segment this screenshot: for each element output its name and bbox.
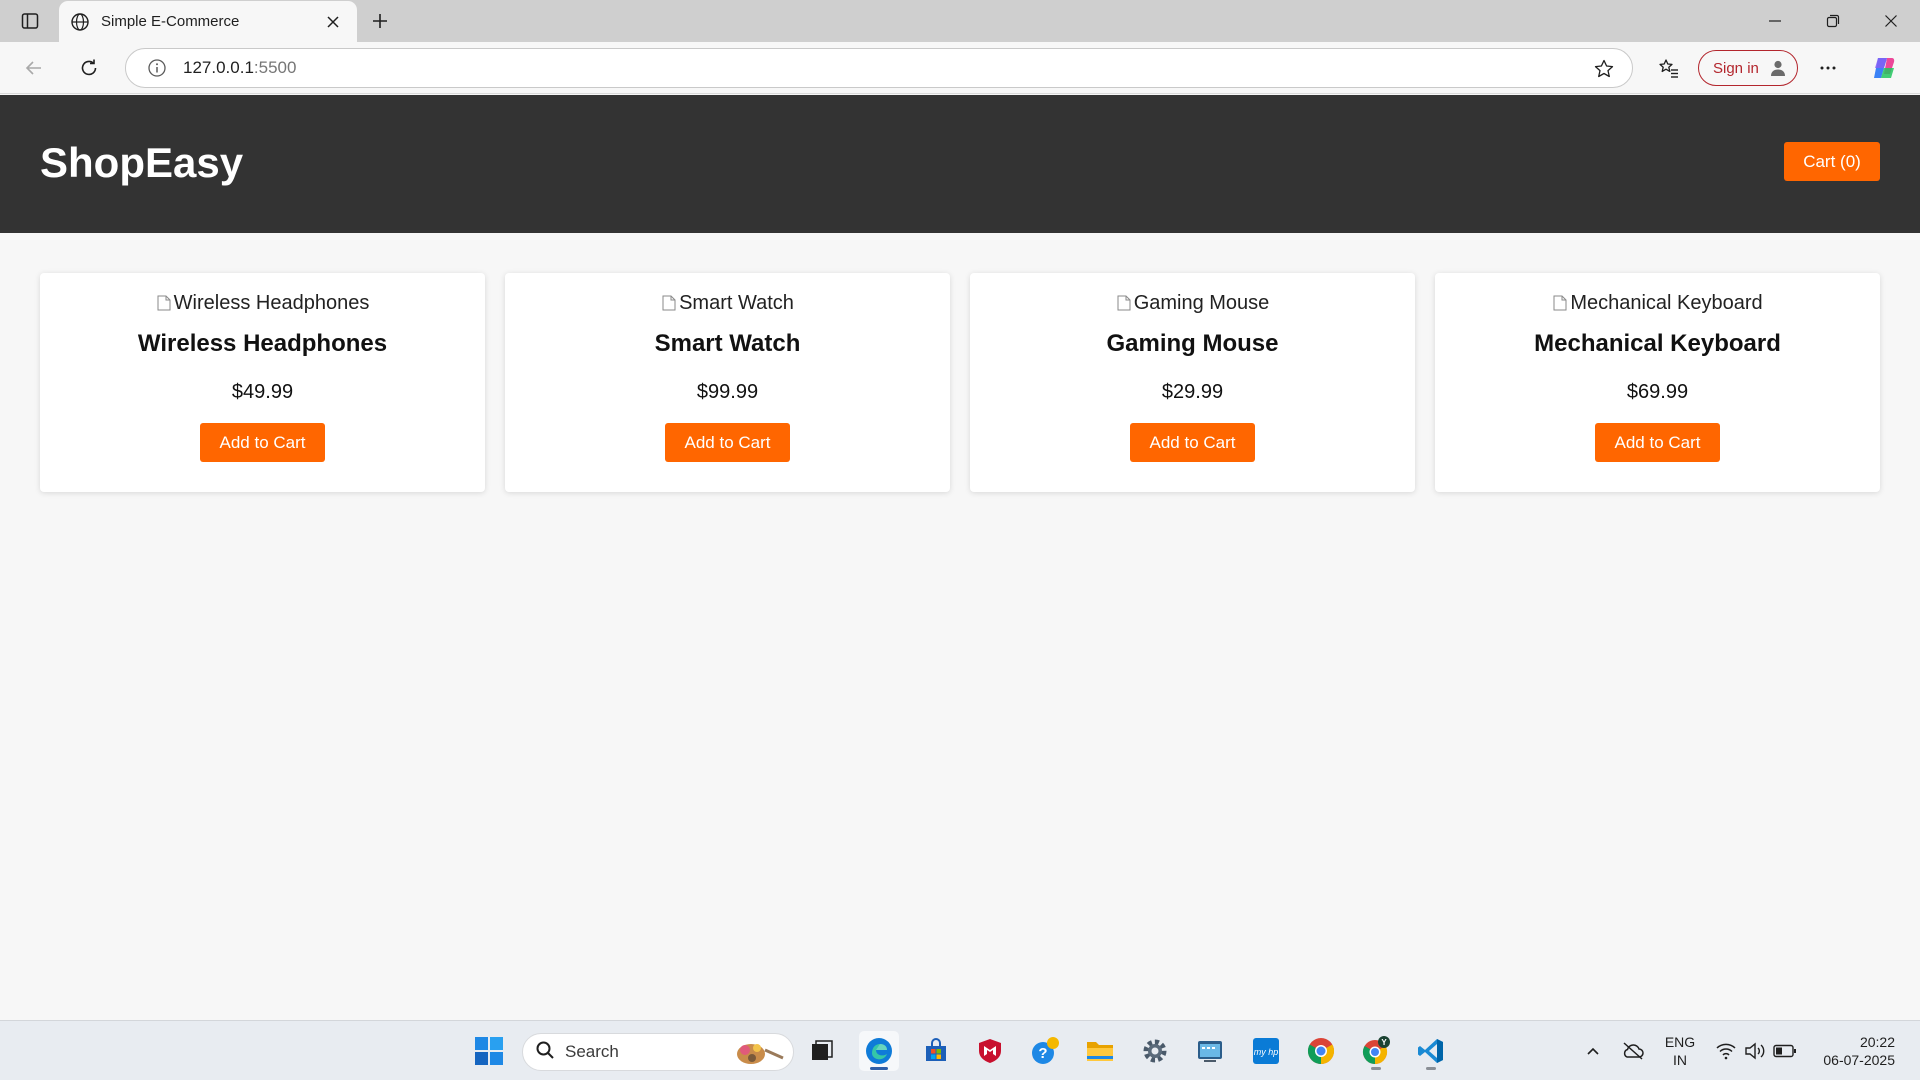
active-indicator [870,1067,888,1070]
windows-start-icon[interactable] [469,1031,509,1071]
product-name: Wireless Headphones [137,330,388,357]
running-indicator [1426,1067,1436,1070]
url-port: :5500 [253,58,297,77]
myhp-icon[interactable]: my hp [1246,1031,1286,1071]
file-explorer-icon[interactable] [1080,1031,1120,1071]
address-bar[interactable]: 127.0.0.1:5500 [125,48,1633,88]
site-header: ShopEasy Cart (0) [0,95,1920,233]
sign-in-label: Sign in [1713,59,1759,77]
browser-tab[interactable]: Simple E-Commerce [59,1,357,42]
sign-in-button[interactable]: Sign in [1698,50,1798,86]
cart-button[interactable]: Cart (0) [1784,142,1880,181]
chrome-icon[interactable] [1301,1031,1341,1071]
product-name: Mechanical Keyboard [1534,330,1781,357]
back-arrow-icon[interactable] [17,52,51,84]
taskbar: Search ? my hp Y ENG IN 20:22 06-07-2025 [0,1020,1920,1080]
broken-image-icon [1552,294,1568,312]
control-panel-icon[interactable] [1190,1031,1230,1071]
product-image: Gaming Mouse [1116,291,1270,314]
add-to-cart-button[interactable]: Add to Cart [1130,423,1255,462]
product-name: Smart Watch [654,330,801,357]
svg-text:my hp: my hp [1254,1047,1279,1057]
wifi-icon[interactable] [1713,1031,1739,1071]
product-name: Gaming Mouse [1106,330,1279,357]
chrome-profile-icon[interactable]: Y [1356,1031,1396,1071]
help-icon[interactable]: ? [1025,1031,1065,1071]
edge-icon[interactable] [859,1031,899,1071]
clock-date: 06-07-2025 [1823,1052,1895,1068]
clock-time: 20:22 [1859,1034,1895,1050]
task-view-icon[interactable] [802,1031,842,1071]
more-icon[interactable] [1811,52,1845,84]
site-brand[interactable]: ShopEasy [40,139,243,187]
product-image-alt: Mechanical Keyboard [1570,291,1763,314]
language-indicator[interactable]: ENG IN [1660,1033,1700,1069]
product-image-alt: Gaming Mouse [1133,291,1270,314]
cloud-offline-icon[interactable] [1618,1031,1648,1071]
product-image-alt: Wireless Headphones [173,291,370,314]
svg-text:?: ? [1038,1045,1047,1062]
battery-icon[interactable] [1771,1031,1799,1071]
svg-text:Y: Y [1381,1038,1387,1047]
microsoft-store-icon[interactable] [916,1031,956,1071]
search-icon [535,1040,555,1065]
product-card: Gaming Mouse Gaming Mouse $29.99 Add to … [970,273,1415,492]
refresh-icon[interactable] [72,52,106,84]
url-text: 127.0.0.1:5500 [183,58,296,78]
product-price: $49.99 [231,381,294,403]
product-grid: Wireless Headphones Wireless Headphones … [40,273,1880,492]
product-price: $69.99 [1626,381,1689,403]
language-code: ENG [1664,1034,1696,1050]
browser-toolbar: 127.0.0.1:5500 Sign in [0,42,1920,94]
add-to-cart-button[interactable]: Add to Cart [665,423,790,462]
tab-title: Simple E-Commerce [101,13,240,30]
info-icon[interactable] [146,57,168,79]
taskbar-clock[interactable]: 20:22 06-07-2025 [1805,1033,1895,1069]
close-window-icon[interactable] [1862,0,1920,42]
minimize-icon[interactable] [1746,0,1804,42]
volume-icon[interactable] [1742,1031,1768,1071]
search-highlight-icon [727,1038,787,1071]
product-price: $99.99 [696,381,759,403]
browser-tabstrip: Simple E-Commerce [0,0,1920,42]
product-price: $29.99 [1161,381,1224,403]
broken-image-icon [661,294,677,312]
add-to-cart-button[interactable]: Add to Cart [1595,423,1720,462]
close-tab-icon[interactable] [321,10,345,34]
restore-icon[interactable] [1804,0,1862,42]
star-icon[interactable] [1592,57,1616,81]
product-card: Wireless Headphones Wireless Headphones … [40,273,485,492]
taskbar-search[interactable]: Search [522,1033,794,1071]
add-to-cart-button[interactable]: Add to Cart [200,423,325,462]
globe-icon [67,9,93,35]
product-image: Wireless Headphones [156,291,370,314]
copilot-icon[interactable] [1867,52,1901,84]
broken-image-icon [156,294,172,312]
product-card: Smart Watch Smart Watch $99.99 Add to Ca… [505,273,950,492]
broken-image-icon [1116,294,1132,312]
language-region: IN [1673,1052,1687,1068]
taskbar-search-label: Search [565,1042,619,1061]
chevron-up-icon[interactable] [1578,1031,1608,1071]
favorites-icon[interactable] [1652,52,1686,84]
avatar-icon [1767,57,1789,79]
tab-actions-icon[interactable] [14,8,46,34]
running-indicator [1371,1067,1381,1070]
new-tab-icon[interactable] [366,8,394,34]
url-host: 127.0.0.1 [183,58,254,77]
settings-icon[interactable] [1135,1031,1175,1071]
product-image: Mechanical Keyboard [1552,291,1763,314]
mcafee-icon[interactable] [970,1031,1010,1071]
product-card: Mechanical Keyboard Mechanical Keyboard … [1435,273,1880,492]
vscode-icon[interactable] [1411,1031,1451,1071]
product-image: Smart Watch [661,292,794,314]
product-image-alt: Smart Watch [679,291,794,314]
